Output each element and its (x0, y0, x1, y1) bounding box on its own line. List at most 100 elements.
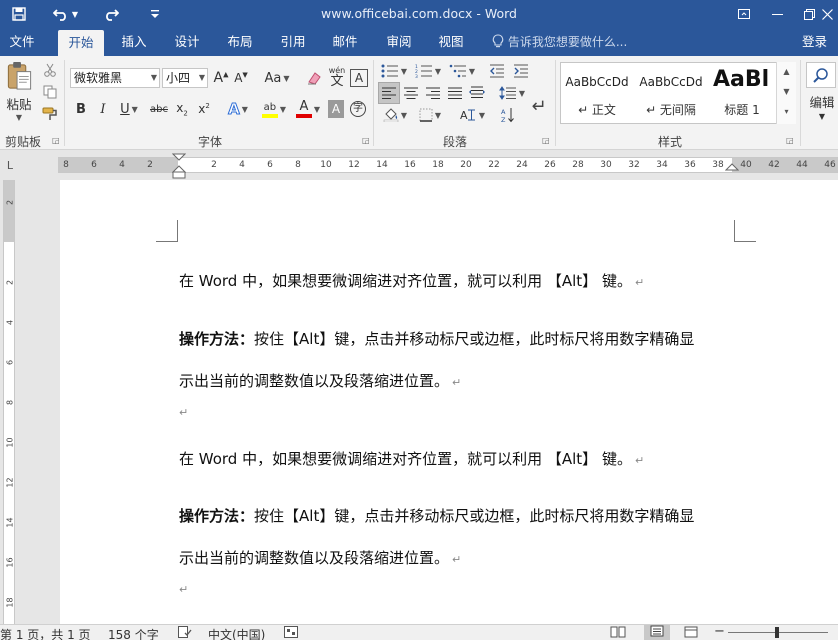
styles-scroll-up-icon[interactable]: ▲ (777, 62, 796, 82)
cut-button[interactable] (40, 60, 60, 80)
styles-scroll-down-icon[interactable]: ▼ (777, 82, 796, 102)
doc-paragraph[interactable]: 在 Word 中，如果想要微调缩进对齐位置，就可以利用 【Alt】 键。 ↵ (179, 270, 644, 291)
tab-mailings[interactable]: 邮件 (322, 28, 368, 56)
para-text: 示出当前的调整数值以及段落缩进位置。 (179, 549, 450, 567)
paste-button[interactable]: 粘贴 ▼ (2, 60, 36, 122)
grow-font-icon: A▲ (213, 70, 229, 86)
phonetic-guide-button[interactable]: wén 文 (326, 64, 348, 90)
enclose-characters-button[interactable]: 字 (348, 98, 368, 120)
increase-indent-button[interactable] (510, 60, 532, 82)
zoom-slider-thumb[interactable] (775, 627, 779, 638)
macro-icon[interactable] (284, 626, 298, 640)
right-indent-marker[interactable] (725, 163, 739, 173)
page-count[interactable]: 第 1 页，共 1 页 (0, 626, 91, 640)
doc-empty-paragraph[interactable]: ↵ (179, 402, 188, 420)
font-name-box[interactable]: 微软雅黑 ▼ (70, 68, 160, 88)
tab-selector[interactable]: L (0, 151, 20, 179)
distributed-button[interactable] (466, 82, 488, 104)
bold-button[interactable]: B (72, 98, 90, 120)
doc-paragraph[interactable]: 示出当前的调整数值以及段落缩进位置。 ↵ (179, 547, 461, 568)
shading-button[interactable]: ▼ (378, 104, 412, 126)
tab-file[interactable]: 文件 (0, 28, 44, 56)
save-icon[interactable] (2, 0, 36, 28)
close-icon[interactable] (816, 0, 838, 28)
decrease-indent-button[interactable] (486, 60, 508, 82)
login-link[interactable]: 登录 (802, 28, 827, 56)
doc-paragraph[interactable]: 操作方法：按住【Alt】键，点击并移动标尺或边框，此时标尺将用数字精确显 (179, 505, 694, 526)
superscript-button[interactable]: x2 (194, 98, 214, 120)
sort-button[interactable]: AZ (498, 104, 518, 126)
print-layout-icon[interactable] (644, 625, 670, 640)
text-effects-button[interactable]: A ▼ (222, 98, 254, 120)
zoom-out-icon[interactable]: − (714, 624, 725, 639)
character-shading-button[interactable]: A (328, 100, 344, 118)
align-left-button[interactable] (378, 82, 400, 104)
style-no-spacing[interactable]: AaBbCcDd ↵ 无间隔 (635, 63, 707, 123)
tab-insert[interactable]: 插入 (112, 28, 156, 56)
tab-view[interactable]: 视图 (428, 28, 474, 56)
bullets-button[interactable]: ▼ (378, 60, 410, 82)
numbering-button[interactable]: 1 2 3 ▼ (412, 60, 444, 82)
find-button[interactable] (806, 62, 836, 88)
justify-button[interactable] (444, 82, 466, 104)
copy-button[interactable] (40, 82, 60, 102)
character-border-button[interactable]: A (350, 69, 368, 87)
customize-qa-icon[interactable] (138, 0, 172, 28)
word-count[interactable]: 158 个字 (108, 626, 159, 640)
phonetic-guide-icon: 文 (330, 73, 344, 89)
editing-dropdown-icon[interactable]: ▼ (806, 110, 838, 122)
tab-references[interactable]: 引用 (270, 28, 316, 56)
chinese-layout-button[interactable]: A ▼ (456, 104, 488, 126)
vertical-ruler-area: 2 2 4 6 8 10 12 14 16 18 (0, 180, 20, 624)
read-mode-icon[interactable] (610, 626, 626, 640)
tab-layout[interactable]: 布局 (218, 28, 262, 56)
ribbon-display-options-icon[interactable] (727, 0, 761, 28)
tell-me-box[interactable]: 告诉我您想要做什么... (492, 28, 627, 56)
style-normal[interactable]: AaBbCcDd ↵ 正文 (561, 63, 633, 123)
font-color-button[interactable]: A ▼ (292, 98, 324, 120)
vertical-ruler[interactable]: 2 2 4 6 8 10 12 14 16 18 (3, 180, 15, 624)
styles-scroll[interactable]: ▲ ▼ ▾ (776, 62, 796, 124)
doc-empty-paragraph[interactable]: ↵ (179, 579, 188, 597)
web-layout-icon[interactable] (684, 626, 698, 640)
subscript-button[interactable]: x2 (172, 98, 192, 120)
align-center-button[interactable] (400, 82, 422, 104)
underline-button[interactable]: U ▼ (114, 98, 144, 120)
tab-review[interactable]: 审阅 (376, 28, 422, 56)
language[interactable]: 中文(中国) (208, 626, 265, 640)
font-dialog-launcher-icon[interactable]: ◲ (362, 136, 372, 146)
line-spacing-icon (498, 86, 516, 100)
redo-icon[interactable] (94, 0, 128, 28)
format-painter-button[interactable] (40, 104, 60, 124)
change-case-button[interactable]: Aa ▼ (262, 68, 292, 88)
highlight-color-button[interactable]: ab ▼ (258, 98, 290, 120)
proofing-icon[interactable] (178, 626, 192, 640)
minimize-icon[interactable] (760, 0, 794, 28)
clipboard-dialog-launcher-icon[interactable]: ◲ (52, 136, 62, 146)
strikethrough-button[interactable]: abc (148, 98, 170, 120)
grow-font-button[interactable]: A▲ (212, 68, 230, 88)
editing-button[interactable]: 编辑 (806, 92, 838, 110)
vruler-tick-label: 18 (5, 597, 15, 608)
shrink-font-button[interactable]: A▼ (232, 68, 250, 88)
align-right-button[interactable] (422, 82, 444, 104)
doc-paragraph[interactable]: 示出当前的调整数值以及段落缩进位置。 ↵ (179, 370, 461, 391)
doc-paragraph[interactable]: 操作方法：按住【Alt】键，点击并移动标尺或边框，此时标尺将用数字精确显 (179, 328, 694, 349)
paragraph-dialog-launcher-icon[interactable]: ◲ (542, 136, 552, 146)
style-heading-1[interactable]: AaBl 标题 1 (709, 63, 775, 123)
tab-design[interactable]: 设计 (164, 28, 210, 56)
tab-home[interactable]: 开始 (58, 30, 104, 56)
indent-markers[interactable] (172, 153, 186, 179)
doc-paragraph[interactable]: 在 Word 中，如果想要微调缩进对齐位置，就可以利用 【Alt】 键。 ↵ (179, 448, 644, 469)
italic-button[interactable]: I (94, 98, 112, 120)
borders-button[interactable]: ▼ (414, 104, 446, 126)
document-page[interactable]: 在 Word 中，如果想要微调缩进对齐位置，就可以利用 【Alt】 键。 ↵ 操作… (60, 180, 838, 624)
styles-dialog-launcher-icon[interactable]: ◲ (786, 136, 796, 146)
undo-dropdown-icon[interactable]: ▼ (68, 0, 82, 28)
clear-formatting-button[interactable] (304, 68, 324, 88)
line-spacing-button[interactable]: ▼ (496, 82, 528, 104)
show-hide-marks-button[interactable]: ↵ (528, 94, 550, 118)
multilevel-list-button[interactable]: ▼ (446, 60, 478, 82)
styles-more-icon[interactable]: ▾ (777, 102, 796, 122)
font-size-box[interactable]: 小四 ▼ (162, 68, 208, 88)
